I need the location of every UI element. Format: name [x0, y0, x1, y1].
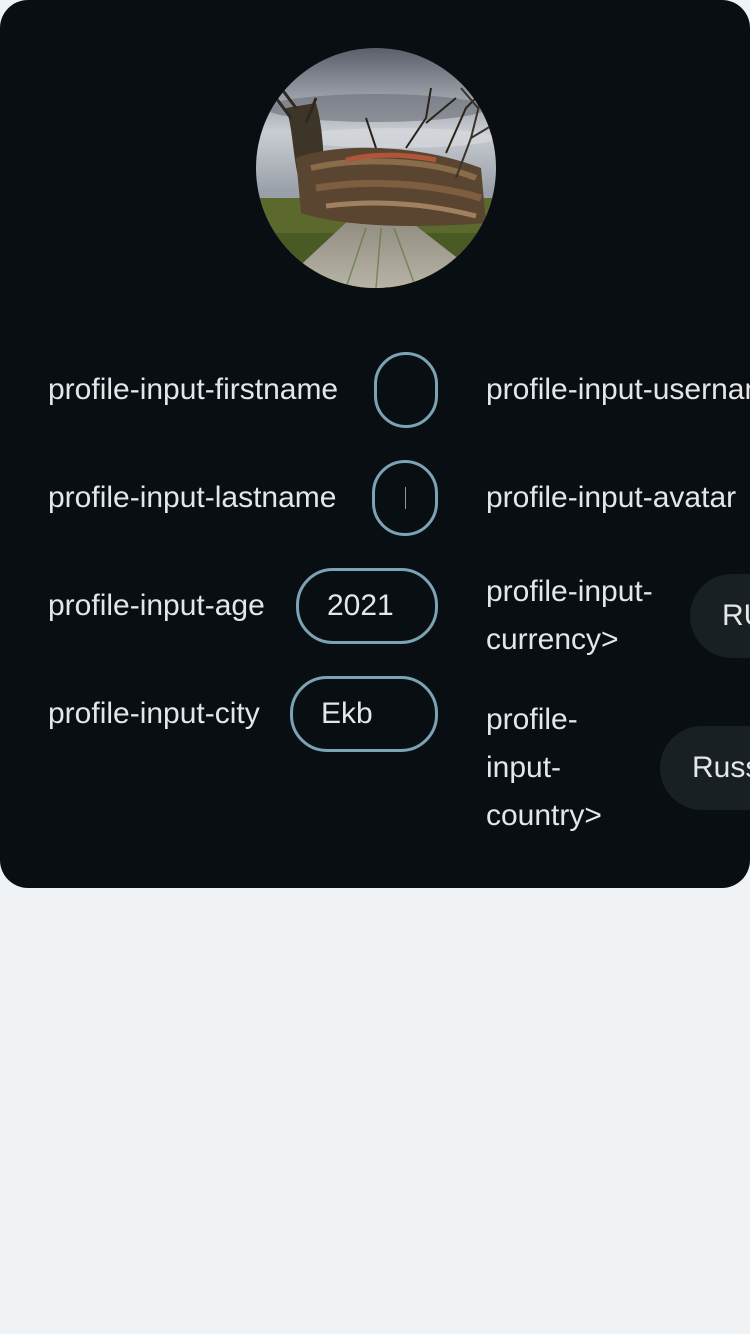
age-label: profile-input-age: [48, 589, 265, 622]
firstname-label: profile-input-firstname: [48, 373, 339, 406]
fallen-trees-road-image: [256, 48, 496, 288]
username-label: profile-input-username: [486, 373, 750, 406]
text-caret: [405, 487, 406, 509]
avatar-label: profile-input-avatar: [486, 481, 737, 514]
country-select[interactable]: Russia: [660, 726, 750, 810]
country-label: profile-​input-​country>: [486, 703, 602, 832]
currency-label: profile-​input-​currency>: [486, 575, 653, 656]
lastname-label: profile-input-lastname: [48, 481, 337, 514]
profile-avatar-image: [256, 48, 496, 288]
city-label: profile-input-city: [48, 697, 260, 730]
city-input[interactable]: [290, 676, 438, 752]
currency-select[interactable]: RUB: [690, 574, 750, 658]
profile-card: profile-input-firstname profile-input-la…: [0, 0, 750, 888]
age-input[interactable]: [296, 568, 438, 644]
firstname-input[interactable]: [374, 352, 438, 428]
